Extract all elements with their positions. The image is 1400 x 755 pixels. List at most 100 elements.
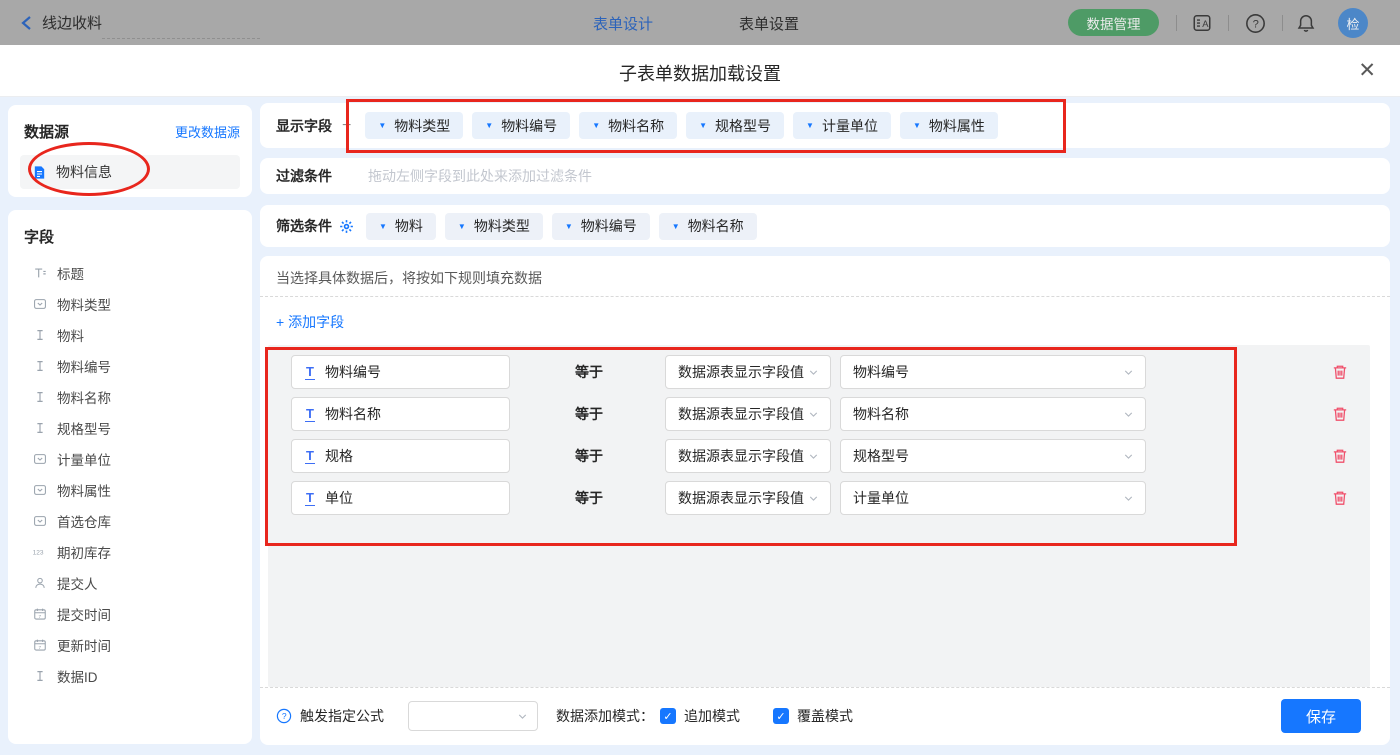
screening-field-tag[interactable]: ▼物料编号 (552, 213, 650, 240)
delete-rule-button[interactable] (1331, 447, 1349, 465)
rules-hint: 当选择具体数据后，将按如下规则填充数据 (276, 268, 542, 288)
field-item[interactable]: 123 期初库存 (8, 536, 252, 567)
back-button[interactable]: 线边收料 (20, 12, 102, 33)
display-field-tag[interactable]: ▼物料类型 (365, 112, 463, 139)
rule-target-field[interactable]: T 单位 (291, 481, 510, 515)
number-icon: 123 (32, 545, 48, 559)
field-item[interactable]: 7 更新时间 (8, 629, 252, 660)
close-icon[interactable]: ✕ (1358, 57, 1376, 85)
field-item[interactable]: 物料名称 (8, 381, 252, 412)
filter-row: 过滤条件 拖动左侧字段到此处来添加过滤条件 (260, 158, 1390, 194)
rule-source-select[interactable]: 数据源表显示字段值 (665, 355, 831, 389)
field-item[interactable]: 规格型号 (8, 412, 252, 443)
screening-field-tag[interactable]: ▼物料名称 (659, 213, 757, 240)
overwrite-mode-label: 覆盖模式 (797, 706, 853, 726)
delete-rule-button[interactable] (1331, 489, 1349, 507)
triangle-down-icon: ▼ (592, 121, 600, 130)
rule-source-select[interactable]: 数据源表显示字段值 (665, 481, 831, 515)
formula-select[interactable] (408, 701, 538, 731)
rules-panel: T 物料编号 等于 数据源表显示字段值 物料编号 T (268, 345, 1370, 687)
field-item[interactable]: 数据ID (8, 660, 252, 691)
mode-label: 数据添加模式： (556, 706, 654, 726)
text-icon (32, 669, 48, 683)
save-button[interactable]: 保存 (1281, 699, 1361, 733)
text-icon (32, 390, 48, 404)
rule-value-select[interactable]: 计量单位 (840, 481, 1146, 515)
svg-text:?: ? (282, 711, 287, 721)
date-icon: 7 (32, 638, 48, 652)
field-item[interactable]: 物料编号 (8, 350, 252, 381)
text-icon (32, 328, 48, 342)
chevron-down-icon (516, 710, 529, 723)
rule-target-field[interactable]: T 物料名称 (291, 397, 510, 431)
filter-dropzone[interactable]: 拖动左侧字段到此处来添加过滤条件 (368, 166, 592, 186)
text-icon (32, 359, 48, 373)
data-manage-button[interactable]: 数据管理 (1068, 9, 1159, 36)
add-display-field-button[interactable]: + (342, 117, 351, 135)
triangle-down-icon: ▼ (378, 121, 386, 130)
display-field-tag[interactable]: ▼物料名称 (579, 112, 677, 139)
triangle-down-icon: ▼ (699, 121, 707, 130)
field-item[interactable]: 标题 (8, 257, 252, 288)
rule-row: T 物料名称 等于 数据源表显示字段值 物料名称 (268, 397, 1370, 431)
title-icon (32, 266, 48, 280)
rule-row: T 物料编号 等于 数据源表显示字段值 物料编号 (268, 355, 1370, 389)
field-item[interactable]: 物料类型 (8, 288, 252, 319)
svg-text:?: ? (1252, 18, 1258, 30)
display-field-tag[interactable]: ▼物料属性 (900, 112, 998, 139)
add-field-link[interactable]: + 添加字段 (276, 312, 344, 332)
select-icon (32, 514, 48, 528)
document-icon (32, 165, 47, 180)
rule-target-field[interactable]: T 物料编号 (291, 355, 510, 389)
screening-field-tag[interactable]: ▼物料类型 (445, 213, 543, 240)
screening-field-tag[interactable]: ▼物料 (366, 213, 436, 240)
text-format-icon: T (305, 491, 315, 506)
rule-value-select[interactable]: 物料编号 (840, 355, 1146, 389)
field-item[interactable]: 7 提交时间 (8, 598, 252, 629)
delete-rule-button[interactable] (1331, 363, 1349, 381)
datasource-item-label: 物料信息 (56, 162, 112, 182)
display-field-tag[interactable]: ▼物料编号 (472, 112, 570, 139)
field-item[interactable]: 物料属性 (8, 474, 252, 505)
gear-icon[interactable] (339, 219, 354, 234)
display-field-tag[interactable]: ▼规格型号 (686, 112, 784, 139)
svg-text:7: 7 (39, 613, 42, 619)
rule-row: T 规格 等于 数据源表显示字段值 规格型号 (268, 439, 1370, 473)
trash-icon (1331, 447, 1349, 465)
rule-source-select[interactable]: 数据源表显示字段值 (665, 397, 831, 431)
chevron-down-icon (1122, 450, 1135, 463)
tab-form-design[interactable]: 表单设计 (593, 13, 653, 34)
display-field-tag[interactable]: ▼计量单位 (793, 112, 891, 139)
topbar: 线边收料 表单设计 表单设置 数据管理 A ? (0, 0, 1400, 45)
triangle-down-icon: ▼ (672, 222, 680, 231)
rule-value-select[interactable]: 物料名称 (840, 397, 1146, 431)
display-fields-label: 显示字段 (276, 116, 332, 136)
field-item[interactable]: 提交人 (8, 567, 252, 598)
append-mode-checkbox[interactable]: ✓ (660, 708, 676, 724)
form-name: 线边收料 (42, 12, 102, 33)
equals-label: 等于 (575, 446, 603, 466)
overwrite-mode-checkbox[interactable]: ✓ (773, 708, 789, 724)
fields-card: 字段 标题 物料类型 物料 物料编号 物料名称 (8, 210, 252, 744)
tab-form-settings[interactable]: 表单设置 (739, 13, 799, 34)
avatar[interactable]: 检 (1338, 8, 1368, 38)
rule-source-select[interactable]: 数据源表显示字段值 (665, 439, 831, 473)
datasource-item[interactable]: 物料信息 (20, 155, 240, 189)
chevron-down-icon (1122, 366, 1135, 379)
field-item[interactable]: 物料 (8, 319, 252, 350)
rule-target-field[interactable]: T 规格 (291, 439, 510, 473)
topbar-divider (1176, 15, 1177, 31)
help-circle-icon[interactable]: ? (276, 708, 292, 724)
filter-label: 过滤条件 (276, 166, 332, 186)
delete-rule-button[interactable] (1331, 405, 1349, 423)
translate-icon[interactable]: A (1190, 11, 1214, 35)
field-item[interactable]: 首选仓库 (8, 505, 252, 536)
equals-label: 等于 (575, 362, 603, 382)
rule-value-select[interactable]: 规格型号 (840, 439, 1146, 473)
change-datasource-link[interactable]: 更改数据源 (175, 122, 240, 141)
formula-label: 触发指定公式 (300, 706, 384, 726)
help-icon[interactable]: ? (1243, 11, 1267, 35)
field-item[interactable]: 计量单位 (8, 443, 252, 474)
triangle-down-icon: ▼ (379, 222, 387, 231)
bell-icon[interactable] (1294, 11, 1318, 35)
